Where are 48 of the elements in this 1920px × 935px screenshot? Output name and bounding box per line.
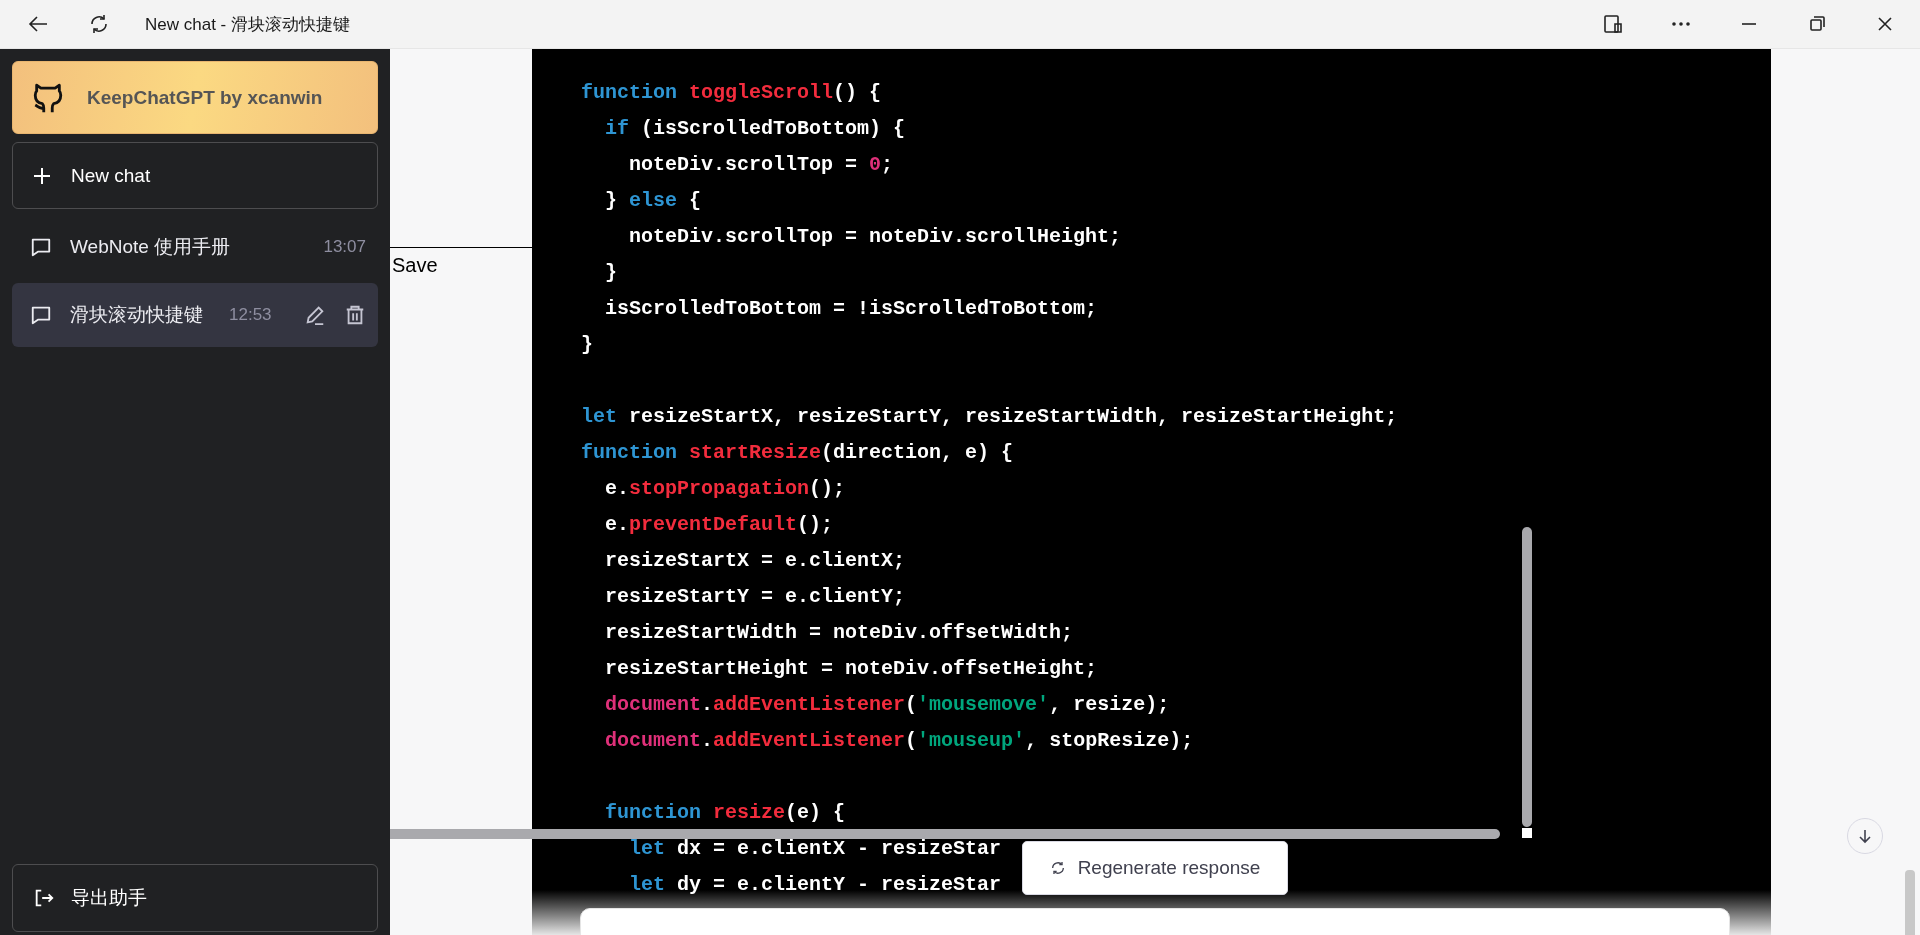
chat-item[interactable]: 滑块滚动快捷键 12:53 (12, 283, 378, 347)
code-line: resizeStartY = e.clientY; (604, 584, 906, 610)
logout-icon (33, 887, 55, 909)
new-chat-button[interactable]: New chat (12, 142, 378, 209)
code-line: let dy = e.clientY - resizeStar (628, 872, 1002, 898)
code-line: let resizeStartX, resizeStartY, resizeStartWidth, resizeStartHeight; (581, 404, 1398, 430)
code-line: resizeStartX = e.clientX; (604, 548, 906, 574)
scrollbar-thumb[interactable] (1522, 527, 1532, 827)
code-line: resizeStartHeight = noteDiv.offsetHeight; (604, 656, 1098, 682)
code-line: document.addEventListener('mouseup', stopResize); (604, 728, 1194, 754)
down-arrow-icon (1857, 828, 1873, 844)
code-line: let dx = e.clientX - resizeStar (628, 836, 1002, 862)
pencil-icon[interactable] (304, 304, 326, 326)
chat-time: 13:07 (323, 237, 366, 257)
reader-view-icon[interactable] (1601, 12, 1625, 36)
chat-item[interactable]: WebNote 使用手册 13:07 (12, 215, 378, 279)
save-button[interactable]: Save (390, 248, 438, 277)
refresh-icon (1049, 860, 1066, 876)
trash-icon[interactable] (344, 304, 366, 326)
code-line: if (isScrolledToBottom) { (604, 116, 906, 142)
resize-handle[interactable] (1522, 828, 1532, 838)
code-line: function resize(e) { (604, 800, 846, 826)
chat-time: 12:53 (229, 305, 272, 325)
code-line: } (604, 260, 617, 286)
code-line: isScrolledToBottom = !isScrolledToBottom; (604, 296, 1098, 322)
chat-bubble-icon (30, 304, 52, 326)
chat-title: 滑块滚动快捷键 (70, 303, 203, 327)
code-line: noteDiv.scrollTop = 0; (628, 152, 894, 178)
code-line: } else { (604, 188, 702, 214)
chat-bubble-icon (30, 236, 52, 258)
code-line: function toggleScroll() { (581, 80, 882, 106)
chat-title: WebNote 使用手册 (70, 235, 231, 259)
code-line: noteDiv.scrollTop = noteDiv.scrollHeight; (628, 224, 1122, 250)
window-title: New chat - 滑块滚动快捷键 (145, 13, 350, 36)
banner-label: KeepChatGPT by xcanwin (87, 86, 323, 109)
code-line: e.preventDefault(); (604, 512, 834, 538)
code-line: document.addEventListener('mousemove', resize); (604, 692, 1170, 718)
regenerate-button[interactable]: Regenerate response (1022, 841, 1288, 895)
extension-banner[interactable]: KeepChatGPT by xcanwin (12, 61, 378, 134)
scroll-down-button[interactable] (1847, 818, 1883, 854)
scrollbar-thumb[interactable] (1905, 870, 1915, 935)
code-line: } (581, 332, 593, 358)
export-button[interactable]: 导出助手 (12, 864, 378, 932)
code-line: resizeStartWidth = noteDiv.offsetWidth; (604, 620, 1074, 646)
code-line: function startResize(direction, e) { (581, 440, 1014, 466)
code-line: e.stopPropagation(); (604, 476, 846, 502)
scrollbar-thumb[interactable] (390, 829, 1500, 839)
plus-icon (33, 166, 51, 185)
